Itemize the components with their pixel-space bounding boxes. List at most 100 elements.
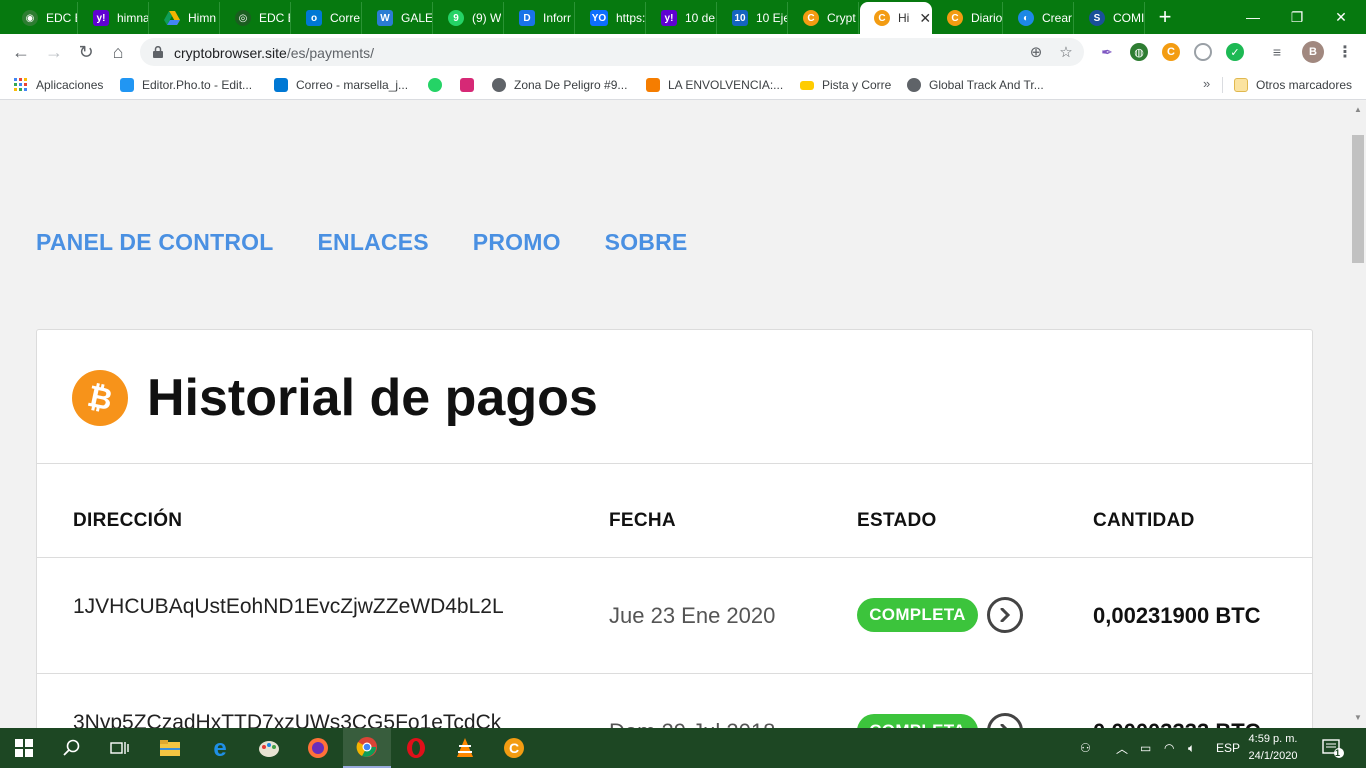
tab-14[interactable]: ◐ Crear [1004,2,1074,34]
scrollbar-thumb[interactable] [1352,135,1364,263]
apps-grid-icon [14,78,28,92]
system-clock[interactable]: 4:59 p. m. 24/1/2020 [1240,731,1306,765]
restore-button[interactable]: ❐ [1272,0,1322,34]
tab-6[interactable]: 9 (9) W [434,2,504,34]
circle-extension-icon[interactable] [1194,43,1212,61]
bookmark-editor-photo[interactable]: Editor.Pho.to - Edit... [120,76,252,94]
browser-toolbar: ← → ↻ ⌂ cryptobrowser.site/es/payments/ … [0,34,1366,70]
reload-button[interactable]: ↻ [73,39,99,65]
task-view-icon[interactable] [96,728,144,768]
bookmark-instagram[interactable] [460,76,482,94]
bookmarks-overflow-button[interactable]: » [1203,76,1210,91]
battery-icon[interactable]: ▭ [1140,728,1151,768]
pista-icon [800,80,814,90]
globe-extension-icon[interactable]: ◍ [1130,43,1148,61]
tab-15[interactable]: S COMI [1075,2,1145,34]
tab-4[interactable]: o Corre [292,2,362,34]
vlc-icon[interactable] [441,728,489,768]
cryptotab-extension-icon[interactable]: C [1162,43,1180,61]
edc-icon: ◎ [235,10,251,26]
chrome-icon[interactable] [343,728,391,768]
nav-panel-de-control[interactable]: PANEL DE CONTROL [36,229,273,256]
menu-kebab-icon[interactable]: ⋮ [1336,43,1354,61]
bitcoin-icon: ₿ [72,370,128,426]
payment-amount: 0,00003333 BTC [1093,719,1261,728]
page-title: Historial de pagos [147,369,598,427]
bookmarks-divider [1222,77,1223,93]
payment-amount: 0,00231900 BTC [1093,603,1261,628]
firefox-icon[interactable] [294,728,342,768]
new-tab-button[interactable]: + [1152,4,1178,30]
tab-0[interactable]: ◉ EDC E [8,2,78,34]
scroll-up-icon[interactable]: ▲ [1354,105,1362,114]
column-header-cantidad: CANTIDAD [1093,510,1195,531]
profile-avatar[interactable]: B [1302,41,1324,63]
globe-icon [492,78,506,92]
tab-5[interactable]: W GALE [363,2,433,34]
bookmark-correo[interactable]: Correo - marsella_j... [274,76,408,94]
bookmark-apps[interactable]: Aplicaciones [14,76,103,94]
chevron-right-icon[interactable] [987,597,1023,633]
tab-11[interactable]: C Crypt [789,2,859,34]
bookmark-pista-corre[interactable]: Pista y Corre [800,76,891,94]
bookmark-global-track[interactable]: Global Track And Tr... [907,76,1044,94]
nav-enlaces[interactable]: ENLACES [317,229,428,256]
outlook-icon: o [306,10,322,26]
media-control-icon[interactable]: ≡ [1268,43,1286,61]
back-button[interactable]: ← [8,39,34,65]
tab-1[interactable]: y! himna [79,2,149,34]
file-explorer-icon[interactable] [146,728,194,768]
scroll-down-icon[interactable]: ▼ [1354,713,1362,722]
search-icon[interactable] [48,728,96,768]
tab-title: https: [616,11,645,25]
page-content: PANEL DE CONTROL ENLACES PROMO SOBRE ₿ H… [0,101,1350,728]
edge-icon[interactable]: e [196,728,244,768]
forward-button[interactable]: → [41,39,67,65]
nav-sobre[interactable]: SOBRE [605,229,688,256]
volume-icon[interactable]: 🔈︎ [1188,728,1195,768]
whatsapp-icon: 9 [448,10,464,26]
chevron-right-icon[interactable] [987,713,1023,728]
other-bookmarks-folder[interactable]: Otros marcadores [1234,76,1352,94]
tab-10[interactable]: 10 10 Eje [718,2,788,34]
bookmark-star-icon[interactable]: ☆ [1056,42,1076,62]
notifications-icon[interactable]: 1 [1322,728,1344,768]
close-window-button[interactable]: ✕ [1316,0,1366,34]
feather-extension-icon[interactable]: ✒ [1098,43,1116,61]
tab-9[interactable]: y! 10 de [647,2,717,34]
tab-8[interactable]: YO https: [576,2,646,34]
home-button[interactable]: ⌂ [105,39,131,65]
check-extension-icon[interactable]: ✓ [1226,43,1244,61]
bookmark-envolvencia[interactable]: LA ENVOLVENCIA:... [646,76,783,94]
payment-address: 3Nyp5ZCzadHxTTD7xzUWs3CG5Fo1eTcdCk [73,711,502,728]
bookmark-whatsapp[interactable] [428,76,450,94]
opera-icon[interactable] [392,728,440,768]
column-header-fecha: FECHA [609,510,676,531]
bookmark-zona-peligro[interactable]: Zona De Peligro #9... [492,76,627,94]
column-header-estado: ESTADO [857,510,937,531]
people-icon[interactable]: ⚇ [1080,728,1091,768]
show-hidden-icons-icon[interactable]: ︿ [1116,728,1128,768]
tab-12-active[interactable]: C Hi ✕ [860,2,932,34]
tab-3[interactable]: ◎ EDC E [221,2,291,34]
tab-title: Crear [1042,11,1073,25]
wifi-icon[interactable]: ◠ [1164,728,1174,768]
close-tab-icon[interactable]: ✕ [919,10,931,27]
cryptotab-taskbar-icon[interactable]: C [490,728,538,768]
bookmark-label: Editor.Pho.to - Edit... [142,78,253,92]
payment-address: 1JVHCUBAqUstEohND1EvcZjwZZeWD4bL2L [73,595,504,618]
folder-icon [1234,78,1248,92]
windows-start-icon[interactable] [0,728,48,768]
tab-7[interactable]: D Inforr [505,2,575,34]
language-indicator[interactable]: ESP [1216,728,1240,768]
page-scrollbar[interactable]: ▲ ▼ [1350,101,1366,728]
paint-icon[interactable] [245,728,293,768]
nav-promo[interactable]: PROMO [473,229,561,256]
tab-13[interactable]: C Diario [933,2,1003,34]
minimize-button[interactable]: — [1228,0,1278,34]
tab-2[interactable]: Himn [150,2,220,34]
tab-title: EDC E [46,11,77,25]
bookmark-label: LA ENVOLVENCIA:... [668,78,784,92]
zoom-icon[interactable]: ⊕ [1026,42,1046,62]
address-bar[interactable]: cryptobrowser.site/es/payments/ ⊕ ☆ [140,38,1084,66]
